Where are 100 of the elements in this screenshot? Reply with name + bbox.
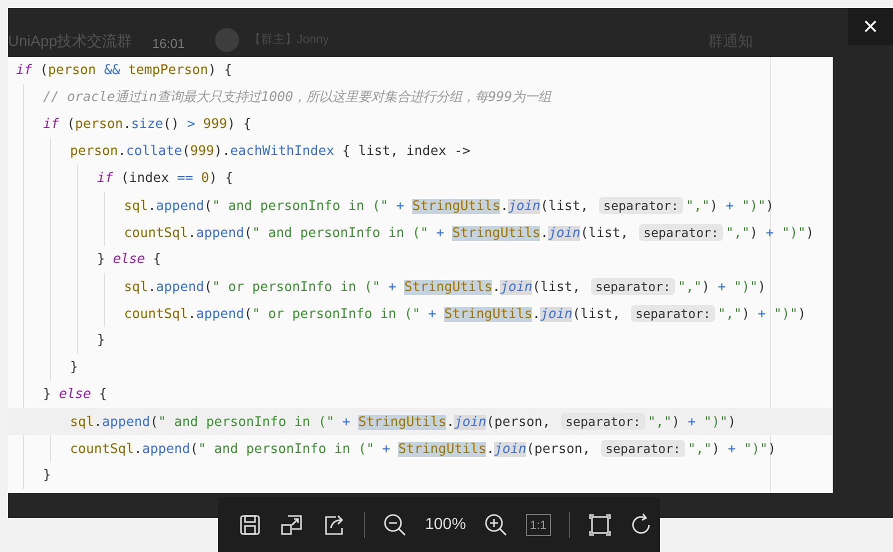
code-text: } [43,387,52,402]
string-literal: "," [726,226,750,241]
operator: && [103,63,122,78]
string-literal: "," [678,280,702,295]
code-text: ) { [208,63,232,78]
string-literal: ")" [782,226,806,241]
string-literal: ")" [742,199,766,214]
method-name: size [131,117,164,132]
code-text: ( [39,63,48,78]
keyword: if [43,117,60,132]
code-text: ). [214,144,230,159]
keyword: else [59,387,92,402]
code-text: ( [244,226,252,241]
variable: person [70,144,118,159]
code-text: . [446,415,454,430]
method-name: append [196,226,244,241]
class-name: StringUtils [452,226,540,241]
code-text: (list, [540,199,590,214]
code-text: . [532,307,540,322]
operator: + [341,415,352,430]
variable: tempPerson [128,63,208,78]
operator: + [435,226,446,241]
method-name: collate [126,144,182,159]
method-name: append [196,307,244,322]
static-method: join [454,415,486,430]
operator: == [176,171,194,186]
operator: + [756,307,767,322]
code-text: } [97,333,106,348]
code-text: ( [150,415,158,430]
save-icon[interactable] [238,512,262,536]
fit-screen-icon[interactable] [588,512,612,536]
string-literal: "," [688,442,712,457]
code-text: . [123,117,132,132]
string-literal: " or personInfo in (" [212,280,380,295]
zoom-in-icon[interactable] [484,512,508,536]
code-text: ) { [209,171,234,186]
method-name: append [142,442,190,457]
code-text: (person, [486,415,552,430]
code-text: (list, [532,280,582,295]
code-comment: // oracle通过in查询最大只支持过1000，所以这里要对集合进行分组，每999为一组 [43,90,552,105]
code-text: } [97,252,106,267]
code-text: . [188,226,196,241]
code-text: () [163,117,180,132]
code-text: ) [768,442,776,457]
static-method: join [508,199,540,214]
code-text: ) [710,199,718,214]
code-text: ) [806,226,814,241]
code-text: ( [182,144,190,159]
class-name: StringUtils [398,442,486,457]
message-time: 16:01 [152,34,185,52]
parameter-hint: separator: [601,440,685,457]
code-text: ( [204,280,212,295]
operator: + [686,415,697,430]
variable: sql [124,199,148,214]
code-text: } [70,360,78,375]
code-text: ( [204,199,212,214]
code-text: ) [742,307,750,322]
variable: sql [70,415,94,430]
code-text: . [148,280,156,295]
class-name: StringUtils [412,199,500,214]
zoom-out-icon[interactable] [383,512,407,536]
code-text: { [98,387,108,402]
operator: + [724,199,735,214]
string-literal: " or personInfo in (" [252,307,420,322]
share-icon[interactable] [322,512,346,536]
variable: sql [124,280,148,295]
parameter-hint: separator: [599,197,683,214]
code-text: (list, [580,226,630,241]
code-text: ) { [227,117,252,132]
variable: countSql [124,307,188,322]
code-text: { [152,252,162,267]
string-literal: " and personInfo in (" [158,415,334,430]
code-text: ) [798,307,806,322]
code-text: . [134,442,142,457]
code-text: . [486,442,494,457]
code-text: . [94,415,102,430]
method-name: append [156,280,204,295]
operator: + [427,307,438,322]
number: 999 [203,117,228,132]
resize-icon[interactable] [280,512,304,536]
code-text: . [540,226,548,241]
code-text: . [492,280,500,295]
class-name: StringUtils [404,280,492,295]
operator: + [381,442,392,457]
operator: + [395,199,406,214]
string-literal: " and personInfo in (" [252,226,428,241]
keyword: else [113,252,146,267]
parameter-hint: separator: [561,413,645,430]
code-text: . [148,199,156,214]
string-literal: "," [686,199,710,214]
operator: + [764,226,775,241]
code-text: ) [750,226,758,241]
close-button[interactable]: × [848,8,893,45]
code-text: ( [66,117,76,132]
code-text: (person, [526,442,592,457]
code-text: (list, [572,307,622,322]
variable: person [75,117,124,132]
operator: + [716,280,727,295]
operator: + [726,442,737,457]
static-method: join [494,442,526,457]
